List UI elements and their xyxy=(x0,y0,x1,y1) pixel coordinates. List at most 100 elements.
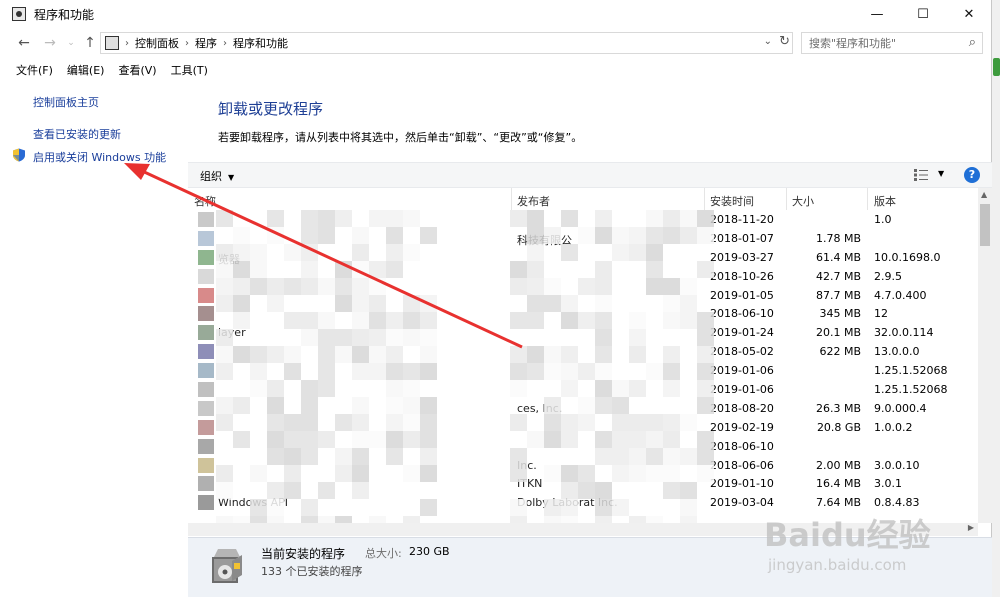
menu-tools[interactable]: 工具(T) xyxy=(171,62,208,78)
organize-button[interactable]: 组织 ▼ xyxy=(200,168,234,184)
column-header-name[interactable]: 名称 xyxy=(194,193,216,209)
program-install-date: 2018-01-07 xyxy=(710,231,774,245)
status-size-label: 总大小: xyxy=(365,547,402,560)
program-install-date: 2018-06-06 xyxy=(710,458,774,472)
task-pane: 控制面板主页 查看已安装的更新 启用或关闭 Windows 功能 xyxy=(0,82,188,597)
program-icon xyxy=(198,287,214,303)
breadcrumb-programs-and-features[interactable]: 程序和功能 xyxy=(233,35,288,51)
minimize-button[interactable]: — xyxy=(854,0,900,28)
search-icon[interactable]: ⌕ xyxy=(969,35,976,50)
program-size: 61.4 MB xyxy=(815,250,861,264)
program-install-date: 2019-01-06 xyxy=(710,364,774,378)
window-title: 程序和功能 xyxy=(34,7,95,22)
help-icon[interactable]: ? xyxy=(964,167,980,183)
column-header-version[interactable]: 版本 xyxy=(874,193,896,209)
maximize-button[interactable]: ☐ xyxy=(900,0,946,28)
program-version: 32.0.0.114 xyxy=(874,326,934,340)
menu-file[interactable]: 文件(F) xyxy=(16,62,53,78)
program-icon xyxy=(198,400,214,416)
forward-arrow-icon[interactable]: → xyxy=(40,33,60,53)
program-install-date: 2018-10-26 xyxy=(710,269,774,283)
program-install-date: 2018-06-10 xyxy=(710,439,774,453)
program-icon xyxy=(198,476,214,492)
status-program-count: 133 个已安装的程序 xyxy=(261,565,363,578)
address-row: ← → ⌄ ↑ › 控制面板 › 程序 › 程序和功能 ⌄ ↻ 搜索"程序和功能… xyxy=(0,30,992,56)
view-options-icon[interactable] xyxy=(914,169,928,181)
program-icon xyxy=(198,212,214,227)
vertical-scrollbar[interactable]: ▲ xyxy=(978,188,992,523)
menu-view[interactable]: 查看(V) xyxy=(118,62,156,78)
page-description: 若要卸载程序，请从列表中将其选中，然后单击“卸载”、“更改”或“修复”。 xyxy=(218,131,583,144)
programs-list[interactable]: ^ 名称 发布者 安装时间 大小 版本 2018-11-201.0科技有限公20… xyxy=(188,188,978,523)
program-install-date: 2018-08-20 xyxy=(710,401,774,415)
list-header: ^ 名称 发布者 安装时间 大小 版本 xyxy=(188,188,978,210)
program-version: 2.9.5 xyxy=(874,269,902,283)
page-title: 卸载或更改程序 xyxy=(218,100,324,118)
status-title: 当前安装的程序 xyxy=(261,547,346,561)
view-dropdown-icon[interactable]: ▼ xyxy=(938,169,944,178)
installer-box-icon xyxy=(212,549,242,583)
program-icon xyxy=(198,419,214,435)
column-header-size[interactable]: 大小 xyxy=(792,193,814,209)
program-install-date: 2018-06-10 xyxy=(710,307,774,321)
sidebar-item-view-installed-updates[interactable]: 查看已安装的更新 xyxy=(33,126,121,142)
sidebar-item-control-panel-home[interactable]: 控制面板主页 xyxy=(33,94,99,110)
chevron-right-icon: › xyxy=(125,37,129,49)
program-size: 20.8 GB xyxy=(816,420,861,434)
breadcrumb-programs[interactable]: 程序 xyxy=(195,35,217,51)
program-icon xyxy=(198,363,214,379)
column-header-publisher[interactable]: 发布者 xyxy=(517,193,550,209)
menu-edit[interactable]: 编辑(E) xyxy=(67,62,105,78)
program-version: 4.7.0.400 xyxy=(874,288,927,302)
caret-down-icon: ▼ xyxy=(228,173,235,182)
program-size: 42.7 MB xyxy=(815,269,861,283)
search-placeholder: 搜索"程序和功能" xyxy=(809,37,897,50)
recent-dropdown-icon[interactable]: ⌄ xyxy=(61,33,81,53)
program-version: 1.25.1.52068 xyxy=(874,383,948,397)
program-install-date: 2019-03-27 xyxy=(710,250,774,264)
uac-shield-icon xyxy=(13,148,25,162)
address-dropdown-icon[interactable]: ⌄ xyxy=(764,36,772,47)
close-button[interactable]: ✕ xyxy=(946,0,992,28)
program-icon xyxy=(198,249,214,265)
search-input[interactable]: 搜索"程序和功能" ⌕ xyxy=(801,32,983,54)
program-install-date: 2019-01-05 xyxy=(710,288,774,302)
program-size: 26.3 MB xyxy=(815,401,861,415)
program-size: 87.7 MB xyxy=(815,288,861,302)
chevron-right-icon: › xyxy=(223,37,227,49)
program-icon xyxy=(198,306,214,322)
back-arrow-icon[interactable]: ← xyxy=(14,33,34,53)
control-panel-icon xyxy=(105,36,119,50)
up-arrow-icon[interactable]: ↑ xyxy=(80,33,100,53)
menu-bar: 文件(F) 编辑(E) 查看(V) 工具(T) xyxy=(0,60,992,80)
refresh-icon[interactable]: ↻ xyxy=(779,34,790,49)
address-bar[interactable]: › 控制面板 › 程序 › 程序和功能 ⌄ ↻ xyxy=(100,32,793,54)
program-icon xyxy=(198,268,214,284)
status-size-value: 230 GB xyxy=(409,545,450,558)
program-size: 345 MB xyxy=(819,307,861,321)
organize-label: 组织 xyxy=(200,170,222,183)
sidebar-item-windows-features[interactable]: 启用或关闭 Windows 功能 xyxy=(33,149,166,165)
scroll-thumb[interactable] xyxy=(980,204,990,246)
program-icon xyxy=(198,230,214,246)
control-panel-icon xyxy=(12,7,26,21)
program-version: 13.0.0.0 xyxy=(874,345,920,359)
scroll-up-icon[interactable]: ▲ xyxy=(981,190,987,199)
background-window-edge xyxy=(992,0,1000,597)
program-size: 20.1 MB xyxy=(815,326,861,340)
program-install-date: 2019-02-19 xyxy=(710,420,774,434)
program-icon xyxy=(198,438,214,454)
program-install-date: 2019-01-24 xyxy=(710,326,774,340)
program-version: 10.0.1698.0 xyxy=(874,250,941,264)
program-icon xyxy=(198,325,214,341)
breadcrumb-control-panel[interactable]: 控制面板 xyxy=(135,35,179,51)
program-icon xyxy=(198,382,214,398)
program-version: 3.0.0.10 xyxy=(874,458,920,472)
column-header-install-date[interactable]: 安装时间 xyxy=(710,193,754,209)
program-version: 3.0.1 xyxy=(874,477,902,491)
program-icon xyxy=(198,457,214,473)
program-version: 9.0.000.4 xyxy=(874,401,927,415)
program-size: 1.78 MB xyxy=(815,231,861,245)
program-install-date: 2018-11-20 xyxy=(710,213,774,226)
program-icon xyxy=(198,344,214,360)
